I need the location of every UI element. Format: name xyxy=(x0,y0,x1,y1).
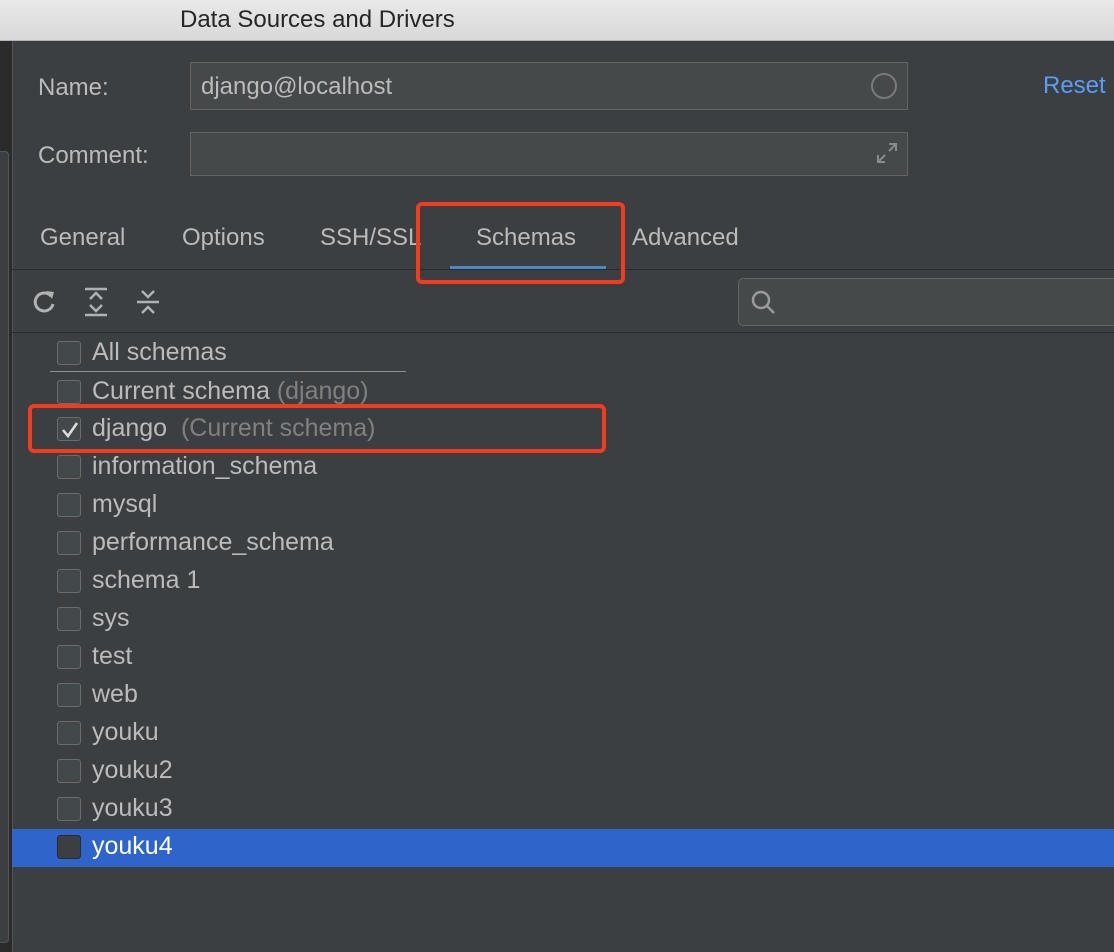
color-circle-icon[interactable] xyxy=(871,73,897,99)
search-icon xyxy=(751,290,775,314)
all-schemas-checkbox[interactable] xyxy=(57,341,81,365)
django-highlight xyxy=(28,404,606,453)
list-item-youku2[interactable]: youku2 xyxy=(12,753,1114,791)
tab-options[interactable]: Options xyxy=(182,224,265,252)
list-item-youku3[interactable]: youku3 xyxy=(12,791,1114,829)
list-item-sys[interactable]: sys xyxy=(12,601,1114,639)
schema-label: test xyxy=(92,642,133,670)
list-item-youku[interactable]: youku xyxy=(12,715,1114,753)
schema-checkbox[interactable] xyxy=(57,607,81,631)
schemas-tab-highlight xyxy=(416,202,625,284)
schema-checkbox[interactable] xyxy=(57,835,81,859)
comment-label: Comment: xyxy=(38,142,149,169)
schema-checkbox[interactable] xyxy=(57,645,81,669)
list-item-web[interactable]: web xyxy=(12,677,1114,715)
schema-checkbox[interactable] xyxy=(57,531,81,555)
collapse-all-icon[interactable] xyxy=(134,287,162,317)
schema-checkbox[interactable] xyxy=(57,797,81,821)
list-item-test[interactable]: test xyxy=(12,639,1114,677)
schema-label: schema 1 xyxy=(92,566,201,594)
schema-label: sys xyxy=(92,604,130,632)
schema-checkbox[interactable] xyxy=(57,759,81,783)
name-field-value: django@localhost xyxy=(201,73,393,100)
tab-advanced[interactable]: Advanced xyxy=(632,224,739,252)
list-divider xyxy=(12,332,1114,333)
current-schema-label: Current schema (django) xyxy=(92,377,369,405)
all-schemas-label: All schemas xyxy=(92,338,227,366)
reset-link[interactable]: Reset xyxy=(1043,72,1106,100)
left-sidebar-tab xyxy=(0,151,9,943)
tab-general[interactable]: General xyxy=(40,224,125,252)
schema-label: web xyxy=(92,680,138,708)
schema-search-input[interactable] xyxy=(738,278,1114,326)
expand-all-icon[interactable] xyxy=(82,287,110,317)
window-title: Data Sources and Drivers xyxy=(180,6,455,33)
schema-label: youku xyxy=(92,718,159,746)
name-field[interactable]: django@localhost xyxy=(190,62,908,110)
name-label: Name: xyxy=(38,74,109,101)
schema-checkbox[interactable] xyxy=(57,569,81,593)
list-item-all-schemas[interactable]: All schemas xyxy=(12,335,1114,373)
list-item-mysql[interactable]: mysql xyxy=(12,487,1114,525)
list-item-youku4[interactable]: youku4 xyxy=(12,829,1114,867)
list-item-performance-schema[interactable]: performance_schema xyxy=(12,525,1114,563)
schema-checkbox[interactable] xyxy=(57,683,81,707)
schema-checkbox[interactable] xyxy=(57,721,81,745)
expand-editor-icon[interactable] xyxy=(875,141,899,165)
tab-ssh-ssl[interactable]: SSH/SSL xyxy=(320,224,421,252)
schema-checkbox[interactable] xyxy=(57,493,81,517)
schema-label: youku2 xyxy=(92,756,173,784)
schema-label: information_schema xyxy=(92,452,318,480)
schema-label: youku4 xyxy=(92,832,173,860)
schema-label: youku3 xyxy=(92,794,173,822)
list-item-schema-1[interactable]: schema 1 xyxy=(12,563,1114,601)
window-titlebar: Data Sources and Drivers xyxy=(0,0,1114,41)
refresh-icon[interactable] xyxy=(30,287,58,317)
schema-label: mysql xyxy=(92,490,158,518)
schema-label: performance_schema xyxy=(92,528,334,556)
all-schemas-separator xyxy=(50,371,406,372)
schema-checkbox[interactable] xyxy=(57,455,81,479)
comment-field[interactable] xyxy=(190,132,908,176)
list-item-information-schema[interactable]: information_schema xyxy=(12,449,1114,487)
current-schema-note: (django) xyxy=(276,377,369,405)
current-schema-checkbox[interactable] xyxy=(57,380,81,404)
